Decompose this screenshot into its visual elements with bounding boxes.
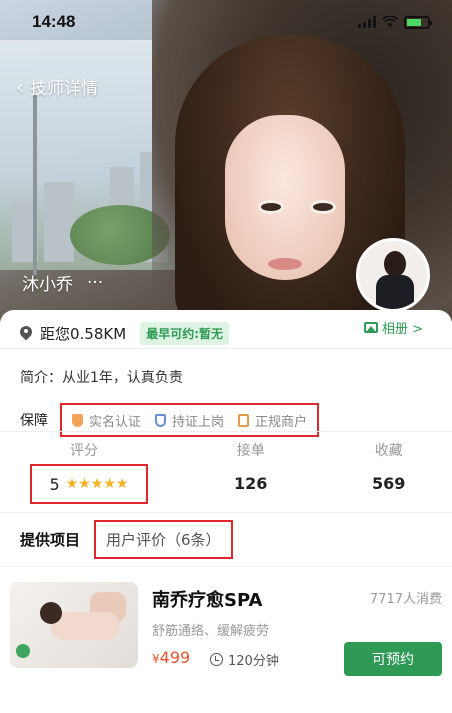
album-label: 相册 > — [382, 322, 424, 337]
earliest-booking-badge: 最早可约:暂无 — [140, 322, 229, 345]
hero-portrait-lips — [268, 258, 302, 270]
guarantee-item-label: 正规商户 — [255, 414, 308, 430]
service-title: 南乔疗愈SPA — [152, 590, 263, 611]
tab-reviews[interactable]: 用户评价（6条） — [94, 520, 233, 559]
book-button[interactable]: 可预约 — [344, 642, 442, 676]
distance-text: 距您0.58KM — [40, 325, 127, 343]
status-time: 14:48 — [32, 12, 76, 31]
location-icon — [20, 326, 32, 342]
content-tabs: 提供项目 用户评价（6条） — [20, 520, 233, 559]
nav-header: ‹ 技师详情 — [16, 74, 98, 100]
license-icon — [238, 413, 250, 427]
intro-text: 简介：从业1年，认真负责 — [20, 370, 183, 386]
divider — [0, 348, 452, 349]
guarantee-label: 保障 — [20, 413, 48, 429]
therapist-avatar[interactable] — [356, 238, 430, 312]
guarantee-item-licensed: 正规商户 — [238, 411, 307, 430]
hero-building — [44, 182, 74, 262]
page-title: 技师详情 — [30, 79, 98, 99]
favorites-label: 收藏 — [374, 443, 403, 459]
divider — [0, 512, 452, 513]
status-bar: 14:48 — [0, 0, 452, 44]
tab-services[interactable]: 提供项目 — [20, 529, 80, 550]
image-icon — [364, 322, 378, 333]
rating-label: 评分 — [70, 443, 98, 459]
battery-icon — [404, 15, 432, 29]
orders-label: 接单 — [236, 443, 265, 459]
stat-orders: 接单 126 — [234, 440, 267, 493]
service-item[interactable]: 南乔疗愈SPA 7717人消费 舒筋通络、缓解疲劳 ¥499 120分钟 可预约 — [10, 582, 442, 676]
stats-row: 评分 5 ★★★★★ 接单 126 收藏 569 — [0, 440, 452, 516]
divider — [0, 566, 452, 567]
guarantee-item-label: 实名认证 — [89, 414, 142, 430]
therapist-name-row: 沐小乔 ··· — [22, 270, 103, 296]
hero-portrait-eye — [310, 200, 336, 214]
service-thumbnail — [10, 582, 138, 668]
rating-box: 5 ★★★★★ — [30, 464, 148, 504]
verified-shield-icon — [72, 413, 83, 427]
therapist-name: 沐小乔 — [22, 275, 73, 295]
more-icon[interactable]: ··· — [87, 273, 103, 293]
wifi-icon — [382, 16, 398, 27]
hero-portrait-face — [225, 115, 345, 280]
price-value: 499 — [159, 648, 191, 667]
clock-icon — [210, 653, 223, 666]
brand-logo-icon — [16, 644, 30, 658]
service-subtitle: 舒筋通络、缓解疲劳 — [152, 624, 270, 639]
stat-rating: 评分 — [70, 440, 98, 460]
price-symbol: ¥ — [152, 652, 160, 666]
stat-favorites: 收藏 569 — [372, 440, 405, 493]
guarantee-item-label: 持证上岗 — [172, 414, 225, 430]
service-duration: 120分钟 — [210, 650, 279, 669]
signal-icon — [358, 16, 376, 28]
orders-value: 126 — [234, 474, 268, 493]
service-consumers: 7717人消费 — [369, 592, 442, 607]
album-link[interactable]: 相册 > — [364, 318, 423, 337]
status-icons — [358, 15, 432, 29]
rating-stars-icon: ★★★★★ — [65, 476, 129, 492]
duration-text: 120分钟 — [228, 654, 279, 669]
distance-row: 距您0.58KM 最早可约:暂无 — [20, 322, 229, 345]
service-price: ¥499 — [152, 648, 190, 667]
guarantee-item-realname: 实名认证 — [72, 411, 141, 430]
certified-shield-icon — [155, 413, 167, 427]
detail-card: 距您0.58KM 最早可约:暂无 相册 > 简介：从业1年，认真负责 保障 实名… — [0, 310, 452, 713]
favorites-value: 569 — [372, 474, 406, 493]
rating-value: 5 — [49, 474, 60, 494]
hero-street-pole — [33, 95, 37, 275]
divider — [0, 431, 452, 432]
back-icon[interactable]: ‹ — [16, 75, 24, 99]
hero-portrait-eye — [258, 200, 284, 214]
guarantee-item-certified: 持证上岗 — [155, 411, 224, 430]
